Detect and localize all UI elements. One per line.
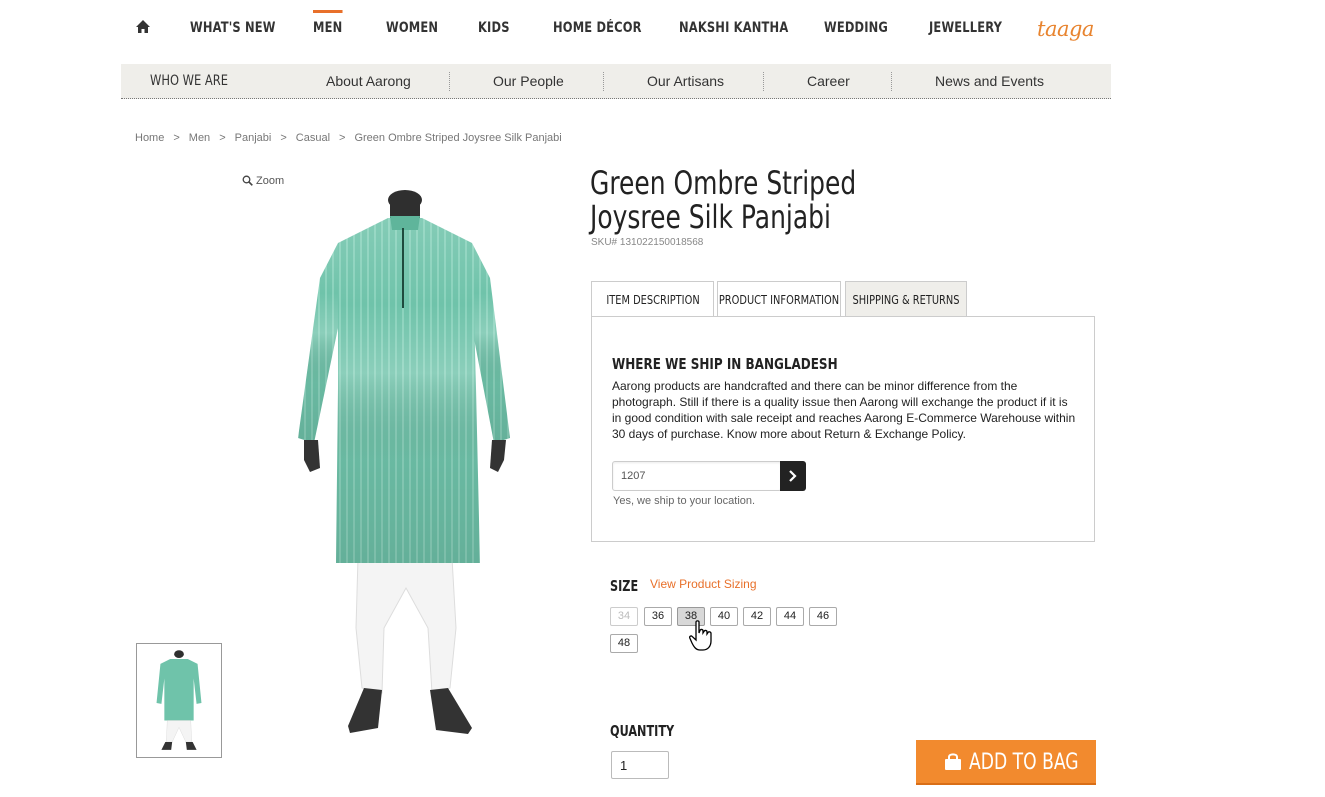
breadcrumb: Home > Men > Panjabi > Casual > Green Ombre Stri… (135, 132, 562, 144)
subnav-item-news-and-events[interactable]: News and Events (935, 73, 1044, 89)
taaga-logo-link[interactable]: taaga (1037, 17, 1094, 41)
zoom-label: Zoom (256, 175, 285, 187)
add-to-bag-label: ADD TO BAG (969, 750, 1079, 775)
subnav-item-about-aarong[interactable]: About Aarong (326, 73, 411, 89)
nav-item-jewellery[interactable]: JEWELLERY (929, 20, 1002, 36)
chevron-right-icon (789, 470, 797, 482)
breadcrumb-casual[interactable]: Casual (296, 132, 330, 144)
product-title-line-1: Green Ombre Striped (590, 164, 857, 202)
size-option-44[interactable]: 44 (776, 607, 804, 626)
tab-shipping-returns[interactable]: SHIPPING & RETURNS (845, 281, 967, 317)
breadcrumb-men[interactable]: Men (189, 132, 210, 144)
breadcrumb-home[interactable]: Home (135, 132, 164, 144)
main-navigation: WHAT'S NEW MEN WOMEN KIDS HOME DÉCOR NAK… (121, 0, 1111, 60)
nav-item-women[interactable]: WOMEN (386, 20, 438, 36)
tab-label: SHIPPING & RETURNS (852, 293, 960, 307)
nav-item-wedding[interactable]: WEDDING (824, 20, 888, 36)
product-title: Green Ombre Striped Joysree Silk Panjabi (590, 166, 902, 234)
subnav-divider (891, 72, 892, 91)
nav-item-nakshi-kantha[interactable]: NAKSHI KANTHA (679, 20, 788, 36)
breadcrumb-separator: > (339, 132, 346, 144)
subnav-title: WHO WE ARE (150, 73, 229, 89)
shipping-availability-message: Yes, we ship to your location. (613, 495, 756, 507)
shipping-text: Aarong products are handcrafted and ther… (612, 379, 1076, 441)
shopping-bag-icon (945, 753, 961, 770)
size-option-36[interactable]: 36 (644, 607, 672, 626)
nav-item-whats-new[interactable]: WHAT'S NEW (190, 20, 276, 36)
breadcrumb-separator: > (280, 132, 287, 144)
subnav-divider (603, 72, 604, 91)
quantity-label: QUANTITY (610, 722, 675, 740)
product-sku: SKU# 131022150018568 (591, 237, 704, 248)
size-option-42[interactable]: 42 (743, 607, 771, 626)
tab-label: ITEM DESCRIPTION (605, 293, 700, 307)
product-main-image[interactable] (290, 188, 520, 738)
breadcrumb-separator: > (219, 132, 226, 144)
subnav-divider (449, 72, 450, 91)
breadcrumb-current-product: Green Ombre Striped Joysree Silk Panjabi (354, 132, 562, 144)
shipping-panel: WHERE WE SHIP IN BANGLADESH Aarong produ… (591, 316, 1095, 542)
zoom-button[interactable]: Zoom (242, 175, 284, 187)
size-label: SIZE (610, 577, 639, 595)
product-thumbnail[interactable] (136, 643, 222, 758)
subnav-item-our-artisans[interactable]: Our Artisans (647, 73, 724, 89)
add-to-bag-button[interactable]: ADD TO BAG (916, 740, 1096, 785)
shipping-heading: WHERE WE SHIP IN BANGLADESH (612, 355, 838, 373)
nav-item-home-decor[interactable]: HOME DÉCOR (553, 20, 642, 36)
size-option-34: 34 (610, 607, 638, 626)
subnav-item-career[interactable]: Career (807, 73, 850, 89)
product-title-line-2: Joysree Silk Panjabi (590, 198, 831, 236)
subnav-divider (763, 72, 764, 91)
view-product-sizing-link[interactable]: View Product Sizing (650, 577, 757, 591)
zip-code-input[interactable] (612, 461, 782, 491)
size-option-48[interactable]: 48 (610, 634, 638, 653)
tab-product-information[interactable]: PRODUCT INFORMATION (717, 281, 841, 317)
hand-cursor-icon (689, 620, 712, 651)
nav-item-men[interactable]: MEN (313, 10, 343, 36)
sub-navigation: WHO WE ARE About Aarong Our People Our A… (121, 64, 1111, 99)
home-icon[interactable] (135, 19, 151, 35)
tab-item-description[interactable]: ITEM DESCRIPTION (591, 281, 714, 317)
size-option-46[interactable]: 46 (809, 607, 837, 626)
magnifier-icon (242, 175, 253, 186)
subnav-item-our-people[interactable]: Our People (493, 73, 564, 89)
quantity-input[interactable] (611, 751, 669, 779)
breadcrumb-separator: > (173, 132, 180, 144)
nav-item-kids[interactable]: KIDS (478, 20, 510, 36)
zip-submit-button[interactable] (780, 461, 806, 491)
breadcrumb-panjabi[interactable]: Panjabi (235, 132, 272, 144)
tab-label: PRODUCT INFORMATION (718, 293, 840, 307)
